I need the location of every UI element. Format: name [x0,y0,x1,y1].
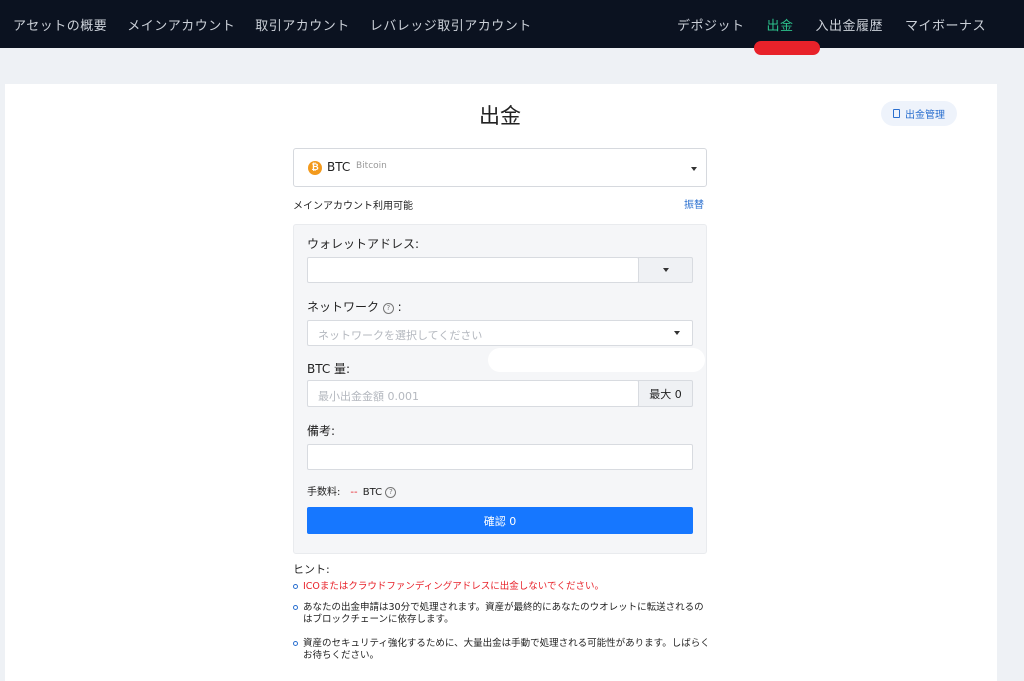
available-balance-label: メインアカウント利用可能 [293,201,413,212]
page-title: 出金 [479,104,521,128]
document-icon [893,109,900,118]
address-book-dropdown[interactable] [638,257,693,283]
hint-text: ICOまたはクラウドファンディングアドレスに出金しないでください。 [303,581,604,592]
active-tab-highlight [754,41,820,55]
nav-history[interactable]: 入出金履歴 [815,15,883,34]
network-label-row: ネットワーク ? : [307,298,402,315]
network-select[interactable]: ネットワークを選択してください [307,320,693,346]
bullet-icon [293,641,298,646]
network-placeholder: ネットワークを選択してください [318,329,483,342]
hint-item: あなたの出金申請は30分で処理されます。資産が最終的にあなたのウオレットに転送さ… [293,602,713,626]
nav-main-account[interactable]: メインアカウント [127,15,235,34]
coin-name: Bitcoin [356,161,387,171]
chevron-down-icon [691,167,697,171]
network-label-colon: : [397,300,402,314]
fee-label: 手数料: [307,487,341,498]
memo-label: 備考: [307,424,336,438]
nav-trading-account[interactable]: 取引アカウント [255,15,350,34]
wallet-address-input[interactable] [307,257,639,283]
nav-leverage-account[interactable]: レバレッジ取引アカウント [370,15,532,34]
help-icon[interactable]: ? [382,303,394,314]
nav-left: アセットの概要 メインアカウント 取引アカウント レバレッジ取引アカウント [13,0,552,48]
bullet-icon [293,605,298,610]
bullet-icon [293,584,298,589]
withdraw-management-button[interactable]: 出金管理 [881,101,957,126]
withdraw-management-label: 出金管理 [905,110,945,121]
top-nav: アセットの概要 メインアカウント 取引アカウント レバレッジ取引アカウント デポ… [0,0,1024,48]
hints-title: ヒント: [293,563,330,576]
fee-row: 手数料: -- BTC ? [307,483,397,498]
nav-right: デポジット 出金 入出金履歴 マイボーナス [655,0,986,48]
fee-unit: BTC [362,487,383,498]
network-label: ネットワーク [307,300,380,314]
fee-value: -- [350,487,358,498]
tooltip-overlay [488,348,705,372]
nav-withdraw[interactable]: 出金 [766,15,793,34]
hint-item: 資産のセキュリティ強化するために、大量出金は手動で処理される可能性があります。し… [293,638,713,662]
coin-select[interactable]: ₿ BTC Bitcoin [293,148,707,187]
hint-text: あなたの出金申請は30分で処理されます。資産が最終的にあなたのウオレットに転送さ… [303,602,704,625]
chevron-down-icon [663,268,669,272]
memo-input[interactable] [307,444,693,470]
amount-label: BTC 量: [307,362,351,376]
bitcoin-icon: ₿ [308,161,322,175]
max-button[interactable]: 最大 0 [638,380,693,407]
amount-placeholder: 最小出金金額 0.001 [318,390,419,403]
hint-text: 資産のセキュリティ強化するために、大量出金は手動で処理される可能性があります。し… [303,638,710,661]
confirm-button[interactable]: 確認 0 [307,507,693,534]
help-icon[interactable]: ? [385,487,397,498]
nav-asset-overview[interactable]: アセットの概要 [13,15,107,34]
coin-code: BTC [327,160,351,174]
nav-bonus[interactable]: マイボーナス [905,15,986,34]
transfer-link[interactable]: 振替 [684,196,704,211]
nav-deposit[interactable]: デポジット [677,15,745,34]
wallet-address-label: ウォレットアドレス: [307,237,420,251]
chevron-down-icon [674,331,680,335]
hint-item: ICOまたはクラウドファンディングアドレスに出金しないでください。 [293,581,713,593]
amount-input[interactable]: 最小出金金額 0.001 [307,380,639,407]
